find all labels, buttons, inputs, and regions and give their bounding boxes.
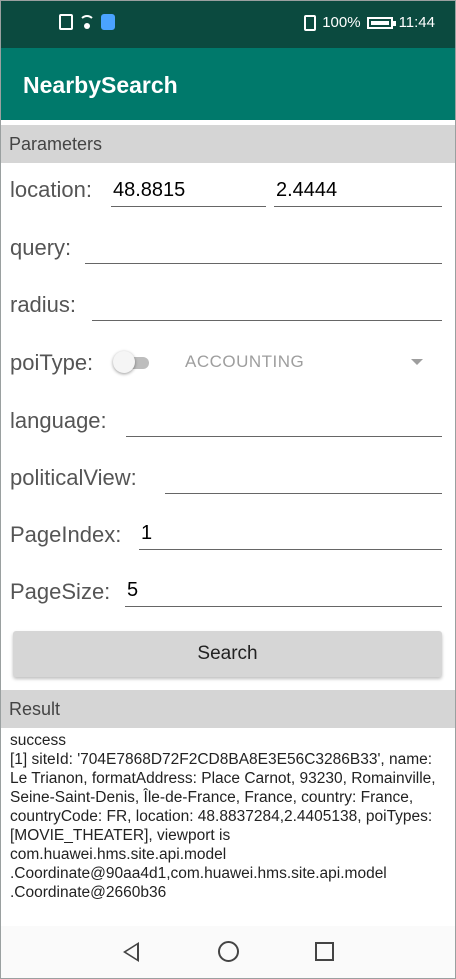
political-view-input[interactable] [165, 464, 442, 494]
page-index-input[interactable]: 1 [139, 520, 442, 550]
battery-icon [366, 16, 396, 29]
recent-apps-icon[interactable] [315, 942, 334, 961]
radius-label: radius: [10, 292, 77, 317]
language-input[interactable] [126, 407, 442, 437]
political-view-label: politicalView: [10, 465, 137, 490]
poi-type-toggle[interactable] [113, 351, 151, 373]
page-size-label: PageSize: [10, 579, 111, 604]
location-label: location: [10, 177, 92, 202]
result-text: success [1] siteId: '704E7868D72F2CD8BA8… [10, 732, 436, 901]
wifi-icon [79, 15, 95, 29]
poi-type-dropdown[interactable]: ACCOUNTING [185, 352, 304, 372]
parameters-title: Parameters [9, 134, 103, 154]
page-size-input[interactable]: 5 [125, 577, 442, 607]
parameters-header: Parameters [1, 125, 455, 163]
navigation-bar [1, 926, 455, 978]
status-icons-left [59, 14, 115, 30]
dropdown-caret-icon[interactable] [411, 359, 423, 365]
vibrate-icon [304, 14, 317, 31]
status-bar: 100% 11:44 [1, 1, 455, 48]
clock: 11:44 [398, 14, 435, 31]
home-icon[interactable] [218, 941, 239, 962]
battery-percent: 100% [322, 14, 361, 31]
app-bar: NearbySearch [1, 48, 455, 120]
language-label: language: [10, 408, 107, 433]
phone-screen: 100% 11:44 NearbySearch Parameters locat… [0, 0, 456, 979]
page-index-label: PageIndex: [10, 522, 122, 547]
latitude-input[interactable]: 48.8815 [111, 177, 266, 207]
query-input[interactable] [85, 234, 442, 264]
longitude-input[interactable]: 2.4444 [274, 177, 442, 207]
radius-input[interactable] [92, 291, 442, 321]
toggle-thumb [113, 351, 135, 373]
app-title: NearbySearch [23, 72, 178, 98]
security-shield-icon [101, 14, 115, 30]
search-button[interactable]: Search [13, 631, 442, 677]
query-label: query: [10, 235, 72, 260]
result-header: Result [1, 690, 455, 728]
result-title: Result [9, 699, 61, 719]
notification-icon [59, 14, 73, 30]
status-icons-right: 100% 11:44 [304, 14, 435, 31]
back-icon[interactable] [123, 942, 139, 962]
poi-type-label: poiType: [10, 350, 94, 375]
